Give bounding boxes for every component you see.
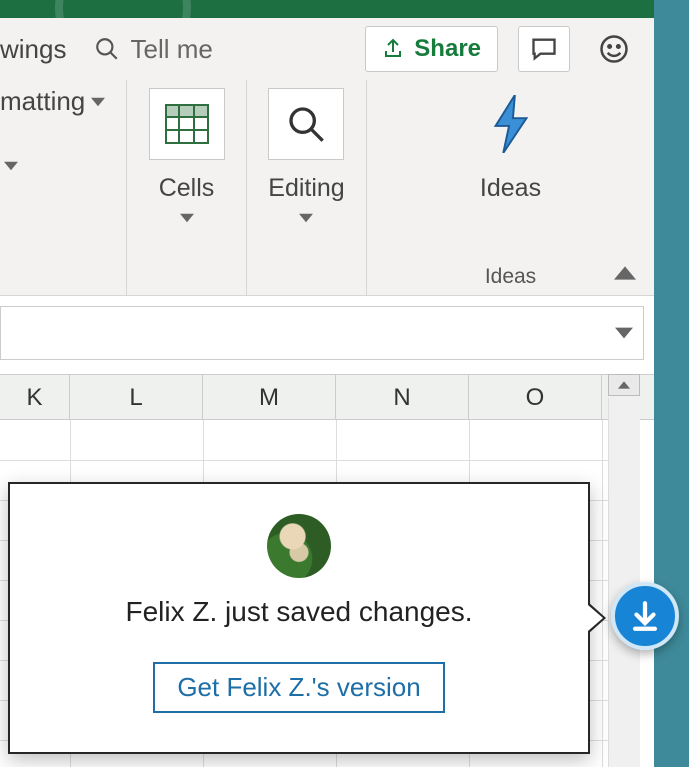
feedback-smiley-button[interactable] (588, 26, 640, 72)
lightning-icon (487, 95, 535, 153)
collapse-ribbon-button[interactable] (614, 266, 636, 285)
scroll-up-button[interactable] (608, 374, 640, 396)
notification-message: Felix Z. just saved changes. (10, 596, 588, 628)
share-label: Share (414, 35, 481, 63)
tab-drawings-fragment[interactable]: wings (0, 34, 66, 65)
tell-me-search[interactable]: Tell me (94, 34, 212, 65)
cells-dropdown-caret[interactable] (180, 211, 194, 230)
chevron-down-icon (91, 95, 105, 109)
column-header[interactable]: M (203, 375, 336, 419)
editing-button[interactable]: Editing (268, 88, 344, 230)
cells-button[interactable]: Cells (149, 88, 225, 230)
desktop-edge (654, 0, 689, 767)
column-headers: K L M N O (0, 374, 654, 420)
column-header[interactable]: O (469, 375, 602, 419)
styles-dropdown[interactable] (4, 159, 18, 178)
ideas-button[interactable]: Ideas (473, 88, 549, 203)
search-icon (94, 36, 120, 62)
chevron-up-icon (614, 266, 636, 280)
column-header[interactable]: L (70, 375, 203, 419)
chevron-down-icon (615, 327, 633, 339)
ribbon: matting Cells (0, 80, 654, 296)
comments-button[interactable] (518, 26, 570, 72)
search-icon (286, 104, 326, 144)
avatar (267, 514, 331, 578)
download-icon (628, 599, 662, 633)
ribbon-group-editing: Editing (247, 80, 367, 295)
formula-bar-expand-button[interactable] (609, 318, 639, 348)
column-header[interactable]: K (0, 375, 70, 419)
coauthor-notification: Felix Z. just saved changes. Get Felix Z… (8, 482, 590, 754)
editing-label: Editing (268, 174, 344, 203)
ribbon-group-ideas: Ideas Ideas (367, 80, 654, 295)
smiley-icon (599, 34, 629, 64)
get-version-button[interactable]: Get Felix Z.'s version (153, 662, 444, 713)
comment-icon (530, 35, 558, 63)
triangle-up-icon (618, 381, 630, 389)
formatting-label-fragment: matting (0, 86, 85, 117)
title-bar (0, 0, 654, 18)
column-header[interactable]: N (336, 375, 469, 419)
ribbon-group-cells: Cells (127, 80, 247, 295)
cells-icon (165, 104, 209, 144)
editing-dropdown-caret[interactable] (299, 211, 313, 230)
formula-bar-area (0, 296, 654, 368)
chevron-down-icon (4, 159, 18, 173)
share-button[interactable]: Share (365, 26, 498, 72)
download-updates-button[interactable] (611, 582, 679, 650)
share-icon (382, 37, 406, 61)
formula-bar[interactable] (0, 306, 644, 360)
callout-pointer (588, 602, 606, 634)
ribbon-group-label-ideas: Ideas (367, 265, 654, 289)
chevron-down-icon (180, 211, 194, 225)
ribbon-group-formatting: matting (0, 80, 127, 295)
cells-label: Cells (159, 174, 215, 203)
quick-controls-row: wings Tell me Share (0, 18, 654, 80)
ideas-label: Ideas (480, 174, 541, 203)
tell-me-placeholder: Tell me (130, 34, 212, 65)
chevron-down-icon (299, 211, 313, 225)
conditional-formatting-dropdown[interactable]: matting (0, 86, 105, 117)
